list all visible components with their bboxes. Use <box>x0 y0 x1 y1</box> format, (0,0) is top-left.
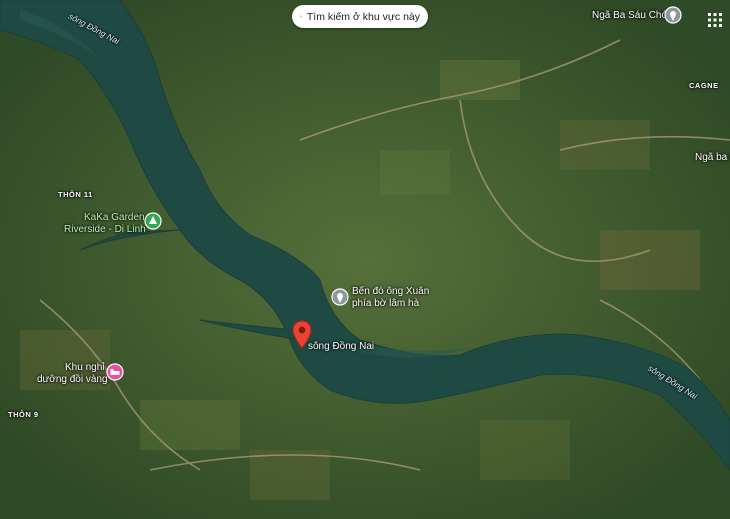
satellite-imagery <box>0 0 730 519</box>
selected-place-label[interactable]: sông Đồng Nai <box>308 341 374 353</box>
area-label-thon-11: THÔN 11 <box>58 190 93 199</box>
poi-label-khu-nghi-line1[interactable]: Khu nghỉ <box>65 362 104 374</box>
place-label-nga-ba-sau-cho[interactable]: Ngã Ba Sáu Chó <box>592 10 667 22</box>
poi-label-khu-nghi-line2[interactable]: dưỡng đồi vàng <box>37 374 108 386</box>
poi-label-ben-do-line1[interactable]: Bến đò ông Xuân <box>352 286 429 298</box>
place-label-nga-ba-kh: Ngã ba Kh <box>695 152 730 163</box>
hotel-pin-icon[interactable] <box>106 363 124 381</box>
search-this-area-button[interactable]: Tìm kiếm ở khu vực này <box>292 5 428 28</box>
search-this-area-label: Tìm kiếm ở khu vực này <box>306 10 420 23</box>
location-pin-icon[interactable] <box>664 6 682 24</box>
poi-label-kaka-garden-line1[interactable]: KaKa Garden <box>84 212 145 224</box>
park-pin-icon[interactable] <box>144 212 162 230</box>
satellite-map[interactable]: Tìm kiếm ở khu vực này sông Đồng Nai sôn… <box>0 0 730 519</box>
poi-label-kaka-garden-line2[interactable]: Riverside - Di Linh <box>64 224 146 236</box>
area-label-cagne: CAGNE <box>689 81 719 90</box>
search-icon <box>300 15 302 18</box>
area-label-thon-9: THÔN 9 <box>8 410 39 419</box>
apps-grid-icon[interactable] <box>707 12 723 28</box>
location-pin-icon[interactable] <box>331 288 349 306</box>
poi-label-ben-do-line2[interactable]: phía bờ lâm hà <box>352 298 419 310</box>
